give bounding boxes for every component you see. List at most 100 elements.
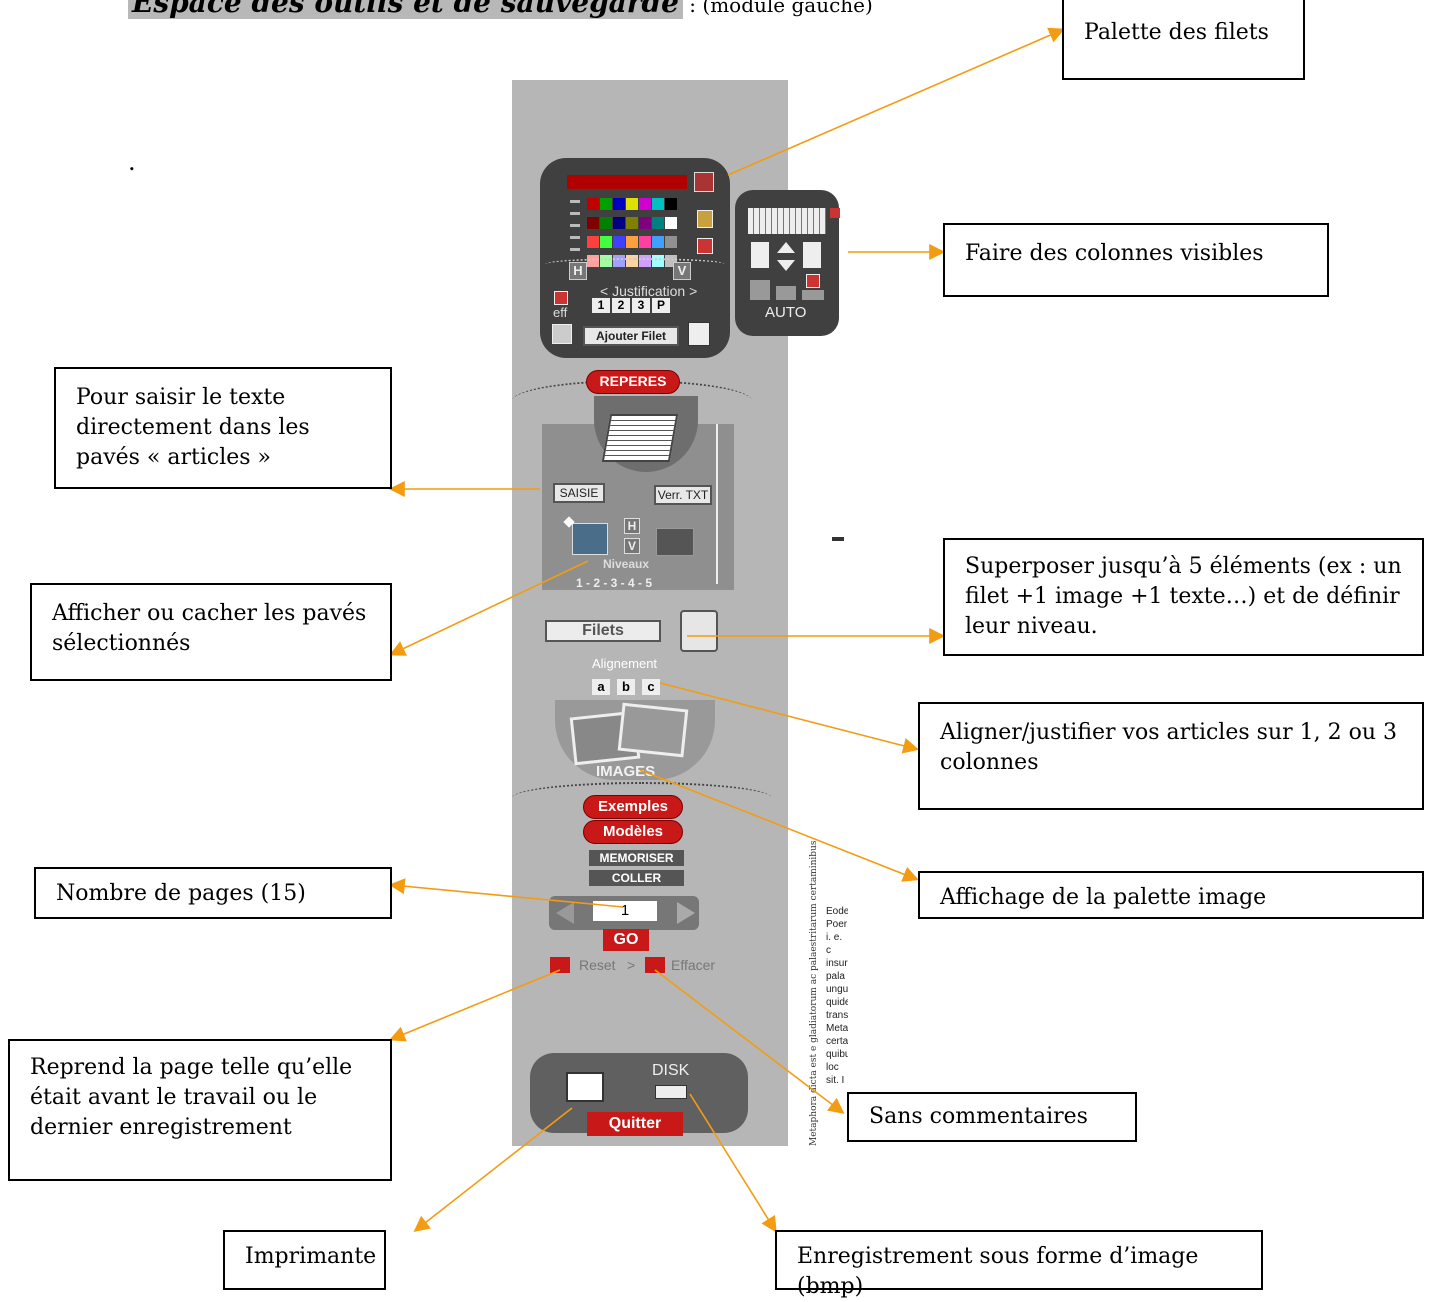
- color-swatch[interactable]: [613, 236, 625, 248]
- stray-dot: .: [128, 148, 136, 176]
- annotation-palette: Palette des filets: [1062, 0, 1305, 80]
- trash-icon[interactable]: [688, 322, 710, 346]
- arrow-down-icon[interactable]: [777, 260, 795, 271]
- verr-txt-button[interactable]: Verr. TXT: [654, 485, 712, 505]
- justification-label: < Justification >: [600, 283, 698, 299]
- just-btn-2[interactable]: 2: [612, 298, 630, 313]
- filets-button[interactable]: Filets: [545, 620, 661, 642]
- vertical-caption: Metaphora dicta est e gladiatorum ac pal…: [809, 837, 819, 1146]
- color-swatch[interactable]: [587, 236, 599, 248]
- just-btn-3[interactable]: 3: [632, 298, 650, 313]
- color-swatch[interactable]: [639, 198, 651, 210]
- annotation-reprend: Reprend la page telle qu’elle était avan…: [8, 1039, 392, 1181]
- film-icon-2[interactable]: [617, 702, 689, 758]
- color-swatch[interactable]: [652, 236, 664, 248]
- minus-button[interactable]: [552, 324, 572, 344]
- title-highlight: Espace des outils et de sauvegarde: [128, 0, 683, 19]
- h-button[interactable]: H: [569, 262, 587, 280]
- delete-color-icon[interactable]: [697, 238, 713, 254]
- v-level-button[interactable]: V: [624, 538, 640, 554]
- column-gray-3[interactable]: [802, 290, 824, 300]
- color-swatch[interactable]: [639, 236, 651, 248]
- annotation-aligner: Aligner/justifier vos articles sur 1, 2 …: [918, 702, 1424, 810]
- gt-label: >: [627, 957, 636, 973]
- ajouter-filet-button[interactable]: Ajouter Filet: [583, 326, 679, 346]
- coller-button[interactable]: COLLER: [589, 870, 684, 886]
- color-swatch[interactable]: [665, 236, 677, 248]
- go-button[interactable]: GO: [603, 929, 649, 951]
- page-number-field[interactable]: 1: [593, 901, 657, 921]
- saisie-module-border: [716, 424, 718, 584]
- annotation-sans: Sans commentaires: [847, 1092, 1137, 1142]
- memoriser-button[interactable]: MEMORISER: [589, 850, 684, 866]
- modeles-button[interactable]: Modèles: [583, 820, 683, 844]
- side-line: quibu: [826, 1049, 848, 1060]
- arrow-up-down-icon[interactable]: [777, 242, 795, 253]
- effacer-label: Effacer: [671, 957, 716, 973]
- column-delete-icon[interactable]: [806, 274, 820, 288]
- column-icon-right[interactable]: [803, 242, 821, 268]
- side-line: Meta: [826, 1023, 848, 1034]
- align-btn-b[interactable]: b: [617, 679, 635, 695]
- printer-icon[interactable]: [566, 1072, 604, 1102]
- column-close-icon[interactable]: [830, 208, 840, 218]
- color-swatch[interactable]: [626, 198, 638, 210]
- column-icon-left[interactable]: [751, 242, 769, 268]
- side-line: Eode: [826, 906, 848, 917]
- next-page-icon[interactable]: [677, 902, 695, 924]
- side-line: pala: [826, 971, 845, 982]
- color-swatch[interactable]: [652, 217, 664, 229]
- disk-icon[interactable]: [655, 1085, 687, 1099]
- v-button[interactable]: V: [673, 262, 691, 280]
- eye-show-icon[interactable]: [572, 523, 608, 555]
- color-swatch[interactable]: [600, 217, 612, 229]
- column-gray-1[interactable]: [750, 280, 770, 300]
- prev-page-icon[interactable]: [556, 902, 574, 924]
- annotation-imprimante: Imprimante: [223, 1230, 386, 1290]
- images-button[interactable]: IMAGES: [596, 763, 655, 780]
- side-line: quide: [826, 997, 848, 1008]
- palette-red-bar: [567, 175, 687, 189]
- color-swatch[interactable]: [600, 236, 612, 248]
- color-swatch[interactable]: [626, 236, 638, 248]
- just-btn-p[interactable]: P: [652, 298, 670, 313]
- saisie-button[interactable]: SAISIE: [553, 483, 605, 503]
- effacer-checkbox[interactable]: [645, 957, 665, 973]
- color-swatch[interactable]: [587, 198, 599, 210]
- annotation-colonnes: Faire des colonnes visibles: [943, 223, 1329, 297]
- lock-icon[interactable]: [697, 210, 713, 228]
- filets-trash-icon[interactable]: [680, 610, 718, 652]
- side-line: i. e. c: [826, 932, 843, 956]
- reperes-button[interactable]: REPERES: [586, 370, 680, 394]
- eff-label: eff: [553, 305, 568, 320]
- niveaux-numbers[interactable]: 1 - 2 - 3 - 4 - 5: [576, 576, 652, 590]
- alignement-label: Alignement: [592, 656, 658, 671]
- column-icons-top[interactable]: [748, 208, 826, 234]
- just-btn-1[interactable]: 1: [592, 298, 610, 313]
- exemples-button[interactable]: Exemples: [583, 795, 683, 819]
- side-line: loc: [826, 1062, 839, 1073]
- color-swatch[interactable]: [626, 217, 638, 229]
- color-swatch[interactable]: [587, 217, 599, 229]
- align-btn-a[interactable]: a: [592, 679, 610, 695]
- color-swatch[interactable]: [639, 217, 651, 229]
- color-swatch[interactable]: [613, 217, 625, 229]
- auto-label[interactable]: AUTO: [765, 304, 806, 321]
- color-swatch[interactable]: [613, 198, 625, 210]
- palette-close-icon[interactable]: [694, 172, 714, 192]
- annotation-affichage: Affichage de la palette image: [918, 871, 1424, 919]
- h-level-button[interactable]: H: [624, 518, 640, 534]
- column-gray-2[interactable]: [776, 286, 796, 300]
- documents-icon[interactable]: [601, 414, 679, 462]
- eff-close-icon[interactable]: [554, 291, 568, 305]
- annotation-saisir: Pour saisir le texte directement dans le…: [54, 367, 392, 489]
- color-swatch[interactable]: [665, 198, 677, 210]
- eye-hide-icon[interactable]: [656, 528, 694, 556]
- quitter-button[interactable]: Quitter: [587, 1112, 683, 1136]
- color-swatch[interactable]: [652, 198, 664, 210]
- reset-checkbox[interactable]: [550, 957, 570, 973]
- align-btn-c[interactable]: c: [642, 679, 660, 695]
- color-swatch[interactable]: [665, 217, 677, 229]
- color-swatch[interactable]: [600, 198, 612, 210]
- reset-label: Reset: [579, 957, 616, 973]
